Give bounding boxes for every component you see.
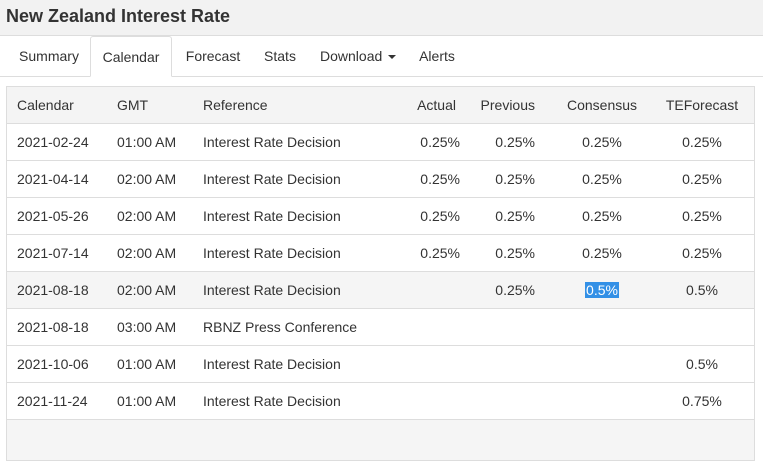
header-calendar[interactable]: Calendar [17, 87, 74, 123]
cell-previous: 0.25% [495, 245, 535, 261]
header-reference[interactable]: Reference [203, 87, 268, 123]
cell-actual [392, 309, 460, 345]
cell-previous [467, 346, 535, 382]
cell-consensus [547, 346, 657, 382]
selected-text[interactable]: 0.5% [585, 282, 619, 298]
cell-consensus [547, 383, 657, 419]
cell-consensus: 0.25% [582, 208, 622, 224]
cell-previous: 0.25% [495, 282, 535, 298]
cell-previous [467, 383, 535, 419]
tab-calendar[interactable]: Calendar [90, 36, 172, 77]
cell-gmt: 01:00 AM [117, 134, 177, 150]
cell-calendar: 2021-02-24 [17, 134, 89, 150]
cell-reference[interactable]: Interest Rate Decision [203, 198, 341, 234]
tab-stats[interactable]: Stats [254, 36, 306, 76]
calendar-table: Calendar GMT Reference Actual Previous C… [6, 86, 755, 461]
cell-gmt: 02:00 AM [117, 245, 177, 261]
cell-teforecast: 0.25% [682, 171, 722, 187]
cell-teforecast: 0.5% [686, 356, 718, 372]
cell-calendar: 2021-08-18 [17, 319, 89, 335]
cell-calendar: 2021-10-06 [17, 356, 89, 372]
table-row: 2021-08-18 03:00 AM RBNZ Press Conferenc… [7, 309, 754, 346]
cell-actual [392, 272, 460, 308]
header-previous[interactable]: Previous [467, 87, 535, 123]
cell-consensus [547, 309, 657, 345]
cell-teforecast: 0.5% [686, 282, 718, 298]
cell-reference[interactable]: Interest Rate Decision [203, 383, 341, 419]
cell-gmt: 02:00 AM [117, 171, 177, 187]
header-teforecast[interactable]: TEForecast [647, 87, 757, 123]
table-row: 2021-02-24 01:00 AM Interest Rate Decisi… [7, 124, 754, 161]
title-bar: New Zealand Interest Rate [0, 0, 763, 36]
tab-alerts[interactable]: Alerts [406, 36, 468, 76]
cell-actual: 0.25% [420, 171, 460, 187]
cell-teforecast: 0.25% [682, 134, 722, 150]
cell-gmt: 02:00 AM [117, 282, 177, 298]
cell-actual [392, 383, 460, 419]
table-row: 2021-05-26 02:00 AM Interest Rate Decisi… [7, 198, 754, 235]
cell-teforecast: 0.25% [682, 208, 722, 224]
cell-reference[interactable]: Interest Rate Decision [203, 161, 341, 197]
cell-reference[interactable]: Interest Rate Decision [203, 346, 341, 382]
header-consensus[interactable]: Consensus [547, 87, 657, 123]
cell-calendar: 2021-07-14 [17, 245, 89, 261]
cell-reference[interactable]: Interest Rate Decision [203, 235, 341, 271]
cell-calendar: 2021-05-26 [17, 208, 89, 224]
table-row: 2021-10-06 01:00 AM Interest Rate Decisi… [7, 346, 754, 383]
cell-reference[interactable]: Interest Rate Decision [203, 272, 341, 308]
table-header-row: Calendar GMT Reference Actual Previous C… [7, 87, 754, 124]
cell-consensus: 0.25% [582, 171, 622, 187]
table-row: 2021-07-14 02:00 AM Interest Rate Decisi… [7, 235, 754, 272]
tab-forecast[interactable]: Forecast [174, 36, 252, 76]
cell-calendar: 2021-08-18 [17, 282, 89, 298]
cell-gmt: 02:00 AM [117, 208, 177, 224]
cell-previous: 0.25% [495, 208, 535, 224]
cell-previous: 0.25% [495, 171, 535, 187]
cell-teforecast: 0.25% [682, 245, 722, 261]
cell-consensus: 0.25% [582, 134, 622, 150]
cell-previous: 0.25% [495, 134, 535, 150]
cell-gmt: 03:00 AM [117, 319, 177, 335]
table-row: 2021-04-14 02:00 AM Interest Rate Decisi… [7, 161, 754, 198]
cell-reference[interactable]: RBNZ Press Conference [203, 309, 357, 345]
cell-actual [392, 346, 460, 382]
cell-gmt: 01:00 AM [117, 393, 177, 409]
cell-actual: 0.25% [420, 208, 460, 224]
cell-consensus: 0.25% [582, 245, 622, 261]
tab-download[interactable]: Download [308, 36, 406, 76]
table-footer [7, 420, 754, 460]
cell-previous [467, 309, 535, 345]
cell-teforecast: 0.75% [682, 393, 722, 409]
tab-bar: Summary Calendar Forecast Stats Download… [0, 36, 763, 77]
cell-reference[interactable]: Interest Rate Decision [203, 124, 341, 160]
cell-calendar: 2021-04-14 [17, 171, 89, 187]
cell-gmt: 01:00 AM [117, 356, 177, 372]
tab-summary[interactable]: Summary [8, 36, 90, 76]
cell-teforecast [647, 309, 757, 345]
caret-down-icon [388, 55, 397, 60]
tab-download-label: Download [320, 48, 383, 64]
cell-calendar: 2021-11-24 [17, 393, 88, 409]
page-title: New Zealand Interest Rate [6, 6, 231, 26]
header-actual[interactable]: Actual [392, 87, 456, 123]
table-row: 2021-08-18 02:00 AM Interest Rate Decisi… [7, 272, 754, 309]
header-gmt[interactable]: GMT [117, 87, 148, 123]
table-row: 2021-11-24 01:00 AM Interest Rate Decisi… [7, 383, 754, 420]
cell-actual: 0.25% [420, 134, 460, 150]
cell-actual: 0.25% [420, 245, 460, 261]
cell-consensus: 0.5% [547, 272, 657, 308]
